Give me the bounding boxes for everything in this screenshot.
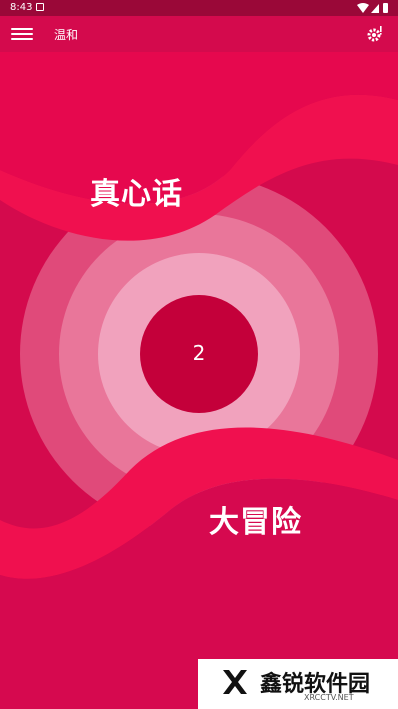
mode-title: 温和 xyxy=(54,28,79,42)
status-icons xyxy=(357,3,388,13)
watermark-url: XRCCTV.NET xyxy=(304,693,354,702)
status-time: 8:43 xyxy=(10,2,33,13)
notification-icon xyxy=(36,3,44,11)
signal-icon xyxy=(371,4,379,13)
dare-label[interactable]: 大冒险 xyxy=(209,497,302,541)
status-bar: 8:43 xyxy=(0,0,398,16)
wheel-area xyxy=(0,52,398,709)
battery-icon xyxy=(383,3,388,13)
hamburger-icon-line xyxy=(11,38,33,40)
truth-label[interactable]: 真心话 xyxy=(90,169,183,213)
watermark-logo-icon xyxy=(223,670,247,694)
hamburger-icon-line xyxy=(11,28,33,30)
center-number: 2 xyxy=(192,341,206,365)
watermark: 鑫锐软件园 XRCCTV.NET xyxy=(198,659,398,709)
wifi-icon xyxy=(357,3,369,13)
hamburger-icon-line xyxy=(11,33,33,35)
gear-icon[interactable] xyxy=(366,25,384,43)
menu-button[interactable] xyxy=(11,25,33,43)
toolbar: 温和 xyxy=(0,16,398,52)
